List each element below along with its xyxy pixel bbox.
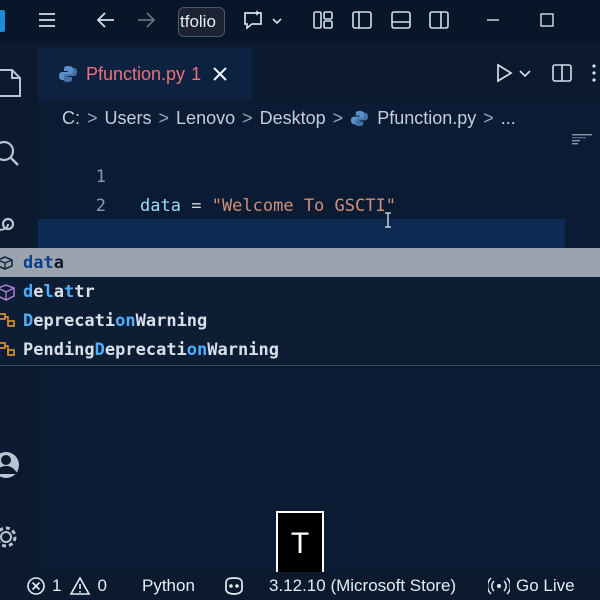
tab-problem-count: 1: [191, 63, 202, 84]
run-icon[interactable]: [493, 62, 515, 84]
breadcrumb-item[interactable]: Pfunction.py: [377, 108, 476, 129]
broadcast-icon: [488, 577, 510, 595]
app-icon[interactable]: [0, 10, 5, 32]
breadcrumb-item[interactable]: ...: [501, 108, 516, 129]
chevron-right-icon: >: [332, 107, 344, 128]
variable-icon: [0, 255, 13, 270]
explorer-icon[interactable]: [0, 64, 28, 97]
split-editor-icon[interactable]: [551, 62, 573, 84]
back-arrow-icon[interactable]: [95, 9, 117, 31]
class-icon: [0, 341, 15, 356]
go-live-button[interactable]: Go Live: [488, 572, 575, 600]
source-control-icon[interactable]: [0, 210, 28, 240]
code-line: 3 print(data): [38, 191, 600, 273]
layout-icon[interactable]: [312, 9, 334, 31]
class-icon: [0, 312, 15, 327]
forward-arrow-icon[interactable]: [135, 9, 157, 31]
chevron-right-icon: >: [242, 107, 253, 128]
title-bar: tfolio: [0, 0, 600, 42]
tab-pfunction[interactable]: Pfunction.py 1: [38, 48, 252, 100]
autocomplete-suggestions: data delattr DeprecationWarning PendingD…: [0, 248, 600, 366]
suggestion-label: PendingDeprecationWarning: [23, 339, 279, 360]
error-icon: [27, 577, 45, 595]
suggestion-item[interactable]: delattr: [0, 277, 600, 306]
breadcrumb-item[interactable]: Desktop: [260, 108, 326, 129]
warning-count: 0: [97, 576, 107, 595]
tab-label: Pfunction.py: [86, 63, 186, 84]
breadcrumb-item[interactable]: C:: [62, 108, 80, 129]
chevron-right-icon: >: [158, 107, 170, 128]
editor-tab-bar: Pfunction.py 1: [38, 42, 600, 100]
suggestion-item[interactable]: PendingDeprecationWarning: [0, 335, 600, 364]
menu-icon[interactable]: [36, 9, 58, 31]
code-line: 1 data = "Welcome To GSCTI": [38, 134, 600, 216]
maximize-icon[interactable]: [536, 9, 558, 31]
panel-left-icon[interactable]: [351, 9, 373, 31]
panel-bottom-icon[interactable]: [390, 9, 412, 31]
warning-icon: [70, 576, 91, 595]
close-icon[interactable]: [211, 65, 229, 83]
suggestion-label: delattr: [23, 281, 95, 302]
code-line-current: 4 x = dat: [38, 219, 565, 302]
breadcrumb-item[interactable]: Users: [105, 108, 152, 129]
mouse-ibeam-cursor-icon: [385, 212, 391, 228]
language-mode[interactable]: Python: [142, 572, 195, 600]
suggestion-item[interactable]: data: [0, 248, 600, 277]
copilot-icon[interactable]: [241, 8, 285, 34]
error-count: 1: [52, 576, 62, 595]
command-center-search[interactable]: tfolio: [178, 7, 225, 37]
chevron-right-icon: >: [483, 107, 494, 128]
problems-indicator[interactable]: 1 0: [26, 572, 107, 600]
function-cube-icon: [0, 283, 15, 301]
minimize-icon[interactable]: [482, 9, 504, 31]
settings-gear-icon[interactable]: [0, 520, 28, 550]
breadcrumb-item[interactable]: Lenovo: [176, 108, 235, 129]
account-icon[interactable]: [0, 448, 28, 478]
suggestion-label: data: [23, 252, 64, 273]
search-icon[interactable]: [0, 138, 28, 168]
search-text: tfolio: [180, 12, 216, 31]
chevron-right-icon: >: [87, 107, 98, 128]
go-live-label: Go Live: [516, 576, 575, 595]
keypress-overlay: T: [276, 511, 324, 577]
more-actions-icon[interactable]: [588, 62, 600, 84]
copilot-status-icon[interactable]: [222, 572, 252, 600]
python-file-icon: [351, 110, 369, 126]
code-line: 2 # casefold() Method: [38, 163, 600, 245]
status-bar: 1 0 Python 3.12.10 (Microsoft Store) Go …: [0, 572, 600, 600]
suggestion-label: DeprecationWarning: [23, 310, 208, 331]
python-file-icon: [59, 66, 77, 82]
suggestion-item[interactable]: DeprecationWarning: [0, 306, 600, 335]
panel-right-icon[interactable]: [428, 9, 450, 31]
breadcrumb: C: > Users > Lenovo > Desktop > Pfunctio…: [62, 104, 516, 132]
chevron-down-icon[interactable]: [518, 62, 532, 84]
python-interpreter[interactable]: 3.12.10 (Microsoft Store): [269, 572, 456, 600]
